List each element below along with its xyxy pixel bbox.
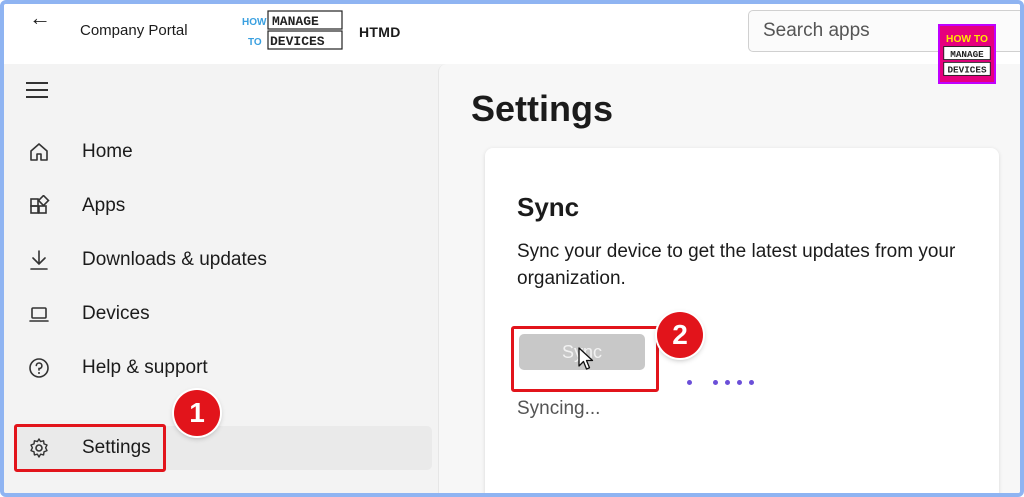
corner-logo-line1: HOW TO bbox=[946, 34, 988, 45]
help-icon bbox=[26, 355, 52, 381]
sidebar-item-label: Help & support bbox=[82, 357, 208, 378]
mouse-cursor-icon bbox=[578, 347, 594, 370]
step-badge-1: 1 bbox=[174, 390, 220, 436]
app-title: Company Portal bbox=[80, 22, 188, 39]
sidebar-item-label: Home bbox=[82, 141, 133, 162]
title-bar: ← Company Portal HOW MANAGE TO DEVICES H… bbox=[4, 4, 1020, 64]
sidebar-item-label: Apps bbox=[82, 195, 126, 216]
sidebar-item-label: Devices bbox=[82, 303, 150, 324]
corner-logo-line3: DEVICES bbox=[947, 65, 986, 76]
sidebar-item-home[interactable]: Home bbox=[14, 130, 432, 174]
sidebar-item-devices[interactable]: Devices bbox=[14, 292, 432, 336]
step-badge-2: 2 bbox=[657, 312, 703, 358]
main-content: Settings Sync Sync your device to get th… bbox=[438, 64, 1020, 493]
hamburger-menu-icon[interactable] bbox=[26, 82, 48, 100]
card-description: Sync your device to get the latest updat… bbox=[517, 241, 956, 289]
back-button[interactable]: ← bbox=[26, 7, 54, 32]
htmd-logo: HOW MANAGE TO DEVICES bbox=[242, 10, 343, 50]
gear-icon bbox=[26, 435, 52, 461]
page-title: Settings bbox=[471, 88, 614, 129]
card-title: Sync bbox=[517, 192, 580, 222]
logo-to-text: TO bbox=[248, 37, 262, 48]
download-icon bbox=[26, 247, 52, 273]
sidebar-item-apps[interactable]: Apps bbox=[14, 184, 432, 228]
sync-card: Sync Sync your device to get the latest … bbox=[485, 148, 999, 493]
home-icon bbox=[26, 139, 52, 165]
sidebar-item-downloads[interactable]: Downloads & updates bbox=[14, 238, 432, 282]
sidebar-item-label: Downloads & updates bbox=[82, 249, 267, 270]
logo-devices-text: DEVICES bbox=[270, 34, 325, 49]
apps-icon bbox=[26, 193, 52, 219]
sync-status: Syncing... bbox=[517, 398, 601, 419]
sidebar-item-label: Settings bbox=[82, 437, 151, 458]
window-frame: ← Company Portal HOW MANAGE TO DEVICES H… bbox=[0, 0, 1024, 497]
search-placeholder: Search apps bbox=[763, 20, 870, 41]
laptop-icon bbox=[26, 301, 52, 327]
sidebar: Home Apps Downloads & updates Devices He bbox=[4, 64, 438, 493]
logo-manage-text: MANAGE bbox=[272, 14, 319, 29]
logo-how-text: HOW bbox=[242, 17, 267, 28]
corner-logo-line2: MANAGE bbox=[950, 49, 984, 60]
sidebar-item-settings[interactable]: Settings bbox=[14, 426, 432, 470]
htmd-label: HTMD bbox=[359, 24, 401, 40]
corner-watermark-logo: HOW TO MANAGE DEVICES bbox=[938, 24, 996, 84]
sidebar-item-help[interactable]: Help & support bbox=[14, 346, 432, 390]
